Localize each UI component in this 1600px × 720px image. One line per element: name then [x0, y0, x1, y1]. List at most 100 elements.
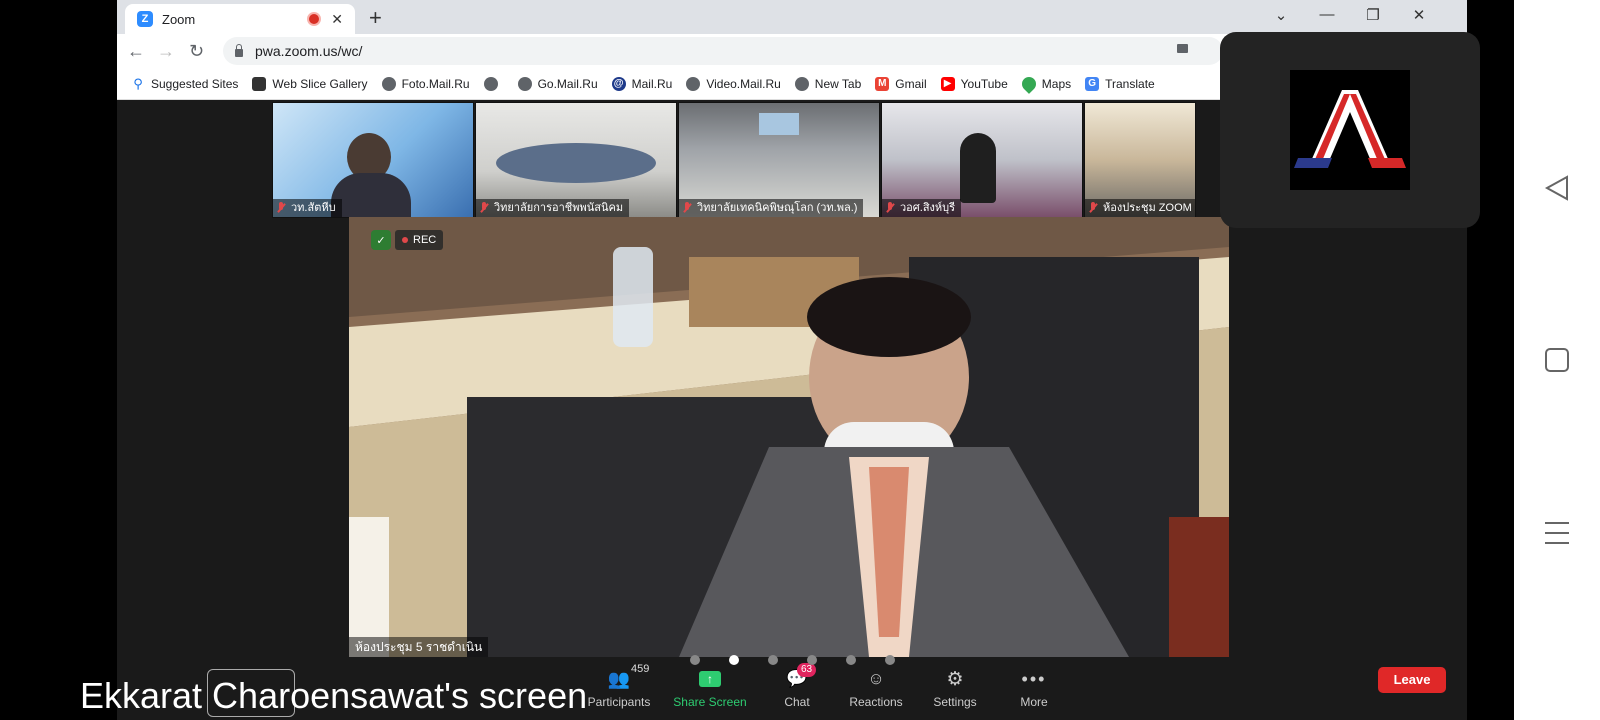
gallery-tile[interactable]: วิทยาลัยเทคนิคพิษณุโลก (วท.พล.) [678, 102, 880, 218]
tab-strip: Z Zoom ✕ + ⌄ — ❐ ✕ [117, 0, 1467, 34]
rec-badge: REC [395, 230, 444, 250]
participants-label: Participants [587, 695, 651, 709]
reactions-button[interactable]: ☺ Reactions [836, 667, 916, 709]
gallery-tile[interactable]: วอศ.สิงห์บุรี [881, 102, 1083, 218]
active-speaker-video[interactable]: ✓ REC ห้องประชุม 5 ราชดำเนิน [349, 217, 1229, 657]
reactions-icon: ☺ [867, 669, 885, 688]
tab-zoom[interactable]: Z Zoom ✕ [125, 4, 355, 34]
bookmark-mail-ru[interactable]: @ Mail.Ru [611, 76, 673, 91]
chat-button[interactable]: 💬 63 Chat [757, 663, 837, 709]
page-dot[interactable] [690, 655, 700, 665]
bookmark-video-mail-ru[interactable]: Video.Mail.Ru [686, 76, 781, 91]
tab-search-icon[interactable]: ⌄ [1267, 6, 1295, 24]
rec-label: REC [413, 234, 437, 246]
share-screen-button[interactable]: ↑ Share Screen [670, 667, 750, 709]
leave-button[interactable]: Leave [1378, 667, 1446, 693]
back-arrow-icon[interactable]: ← [127, 41, 145, 62]
restore-button[interactable]: ❐ [1359, 6, 1387, 24]
tab-title: Zoom [162, 11, 196, 27]
bookmark-suggested-sites[interactable]: ⚲ Suggested Sites [131, 76, 239, 91]
bookmark-label: Suggested Sites [151, 76, 239, 91]
maps-icon [1018, 73, 1039, 94]
forward-arrow-icon[interactable]: → [157, 41, 175, 62]
recording-indicator: ✓ REC [371, 229, 444, 251]
web-slice-icon [252, 76, 267, 91]
globe-icon [686, 76, 701, 91]
page-dot[interactable] [885, 655, 895, 665]
participant-figure [331, 173, 411, 217]
bookmark-label: Maps [1041, 76, 1072, 91]
bookmark-foto-mail-ru[interactable]: Foto.Mail.Ru [381, 76, 470, 91]
bookmark-label: Mail.Ru [631, 76, 673, 91]
logo-graphic [1294, 90, 1406, 168]
bookmark-label: Translate [1105, 76, 1155, 91]
bookmark-gmail[interactable]: M Gmail [875, 76, 927, 91]
screen-share-caption: Ekkarat Charoensawat's screen [80, 675, 588, 716]
active-speaker-scene [349, 217, 1229, 657]
recents-menu-icon[interactable] [1544, 520, 1570, 546]
chat-label: Chat [784, 695, 810, 709]
mic-muted-icon [480, 202, 488, 214]
more-dots-icon: ••• [1021, 668, 1047, 689]
page-dot[interactable] [807, 655, 817, 665]
globe-icon [381, 76, 396, 91]
home-square-icon[interactable] [1544, 347, 1570, 373]
lock-icon [235, 44, 243, 57]
settings-button[interactable]: ⚙ Settings [915, 667, 995, 710]
page-dot[interactable] [846, 655, 856, 665]
participant-name: วิทยาลัยการอาชีพพนัสนิคม [476, 199, 630, 217]
bookmark-go-mail-ru[interactable]: Go.Mail.Ru [517, 76, 598, 91]
close-window-button[interactable]: ✕ [1405, 6, 1433, 24]
bookmark-label: New Tab [814, 76, 862, 91]
participants-count: 459 [631, 663, 650, 675]
mic-muted-icon [683, 202, 691, 214]
share-screen-label: Share Screen [673, 695, 747, 709]
more-label: More [1020, 695, 1048, 709]
settings-label: Settings [933, 695, 977, 709]
bookmark-label: Video.Mail.Ru [706, 76, 781, 91]
gallery-tile[interactable]: วท.สัตหีบ [272, 102, 474, 218]
camera-icon[interactable] [1177, 44, 1188, 53]
translate-icon: G [1085, 76, 1100, 91]
meeting-table [496, 143, 656, 183]
shield-icon: ✓ [371, 230, 391, 250]
room-screen [759, 113, 799, 135]
organization-logo [1290, 70, 1410, 190]
floating-video-tile[interactable] [1220, 32, 1480, 228]
bookmark-label: YouTube [960, 76, 1008, 91]
rec-dot-icon [402, 237, 408, 243]
participant-name: ห้องประชุม ZOOM [1085, 199, 1195, 217]
bookmark-new-tab[interactable]: New Tab [794, 76, 862, 91]
mailru-icon: @ [611, 76, 626, 91]
bookmark-youtube[interactable]: ▶ YouTube [940, 76, 1008, 91]
bookmark-label: Gmail [895, 76, 927, 91]
page-dot[interactable] [768, 655, 778, 665]
page-dot-active[interactable] [729, 655, 739, 665]
share-screen-icon: ↑ [699, 671, 721, 687]
bookmark-label: Foto.Mail.Ru [401, 76, 470, 91]
globe-icon [517, 76, 532, 91]
gallery-tile[interactable]: วิทยาลัยการอาชีพพนัสนิคม [475, 102, 677, 218]
bookmark-label: Web Slice Gallery [272, 76, 368, 91]
new-tab-button[interactable]: + [369, 5, 382, 31]
gmail-icon: M [875, 76, 890, 91]
address-bar[interactable]: pwa.zoom.us/wc/ [223, 37, 1223, 65]
chat-badge: 63 [797, 663, 817, 677]
participants-button[interactable]: 👥 459 Participants [579, 663, 659, 709]
more-button[interactable]: ••• More [994, 667, 1074, 710]
bookmark-web-slice-gallery[interactable]: Web Slice Gallery [252, 76, 368, 91]
gallery-tile[interactable]: ห้องประชุม ZOOM [1084, 102, 1196, 218]
mic-muted-icon [277, 202, 285, 214]
reload-icon[interactable]: ↻ [189, 41, 204, 62]
android-nav-bar [1514, 0, 1600, 720]
bookmark-translate[interactable]: G Translate [1085, 76, 1155, 91]
bookmark-maps[interactable]: Maps [1018, 73, 1072, 94]
mic-muted-icon [886, 202, 894, 214]
youtube-icon: ▶ [940, 76, 955, 91]
bookmark-unnamed[interactable] [483, 76, 504, 91]
participant-figure [960, 133, 996, 203]
back-triangle-icon[interactable] [1544, 174, 1570, 202]
mic-muted-icon [1089, 202, 1097, 214]
tab-close-icon[interactable]: ✕ [331, 11, 343, 28]
minimize-button[interactable]: — [1313, 6, 1341, 23]
